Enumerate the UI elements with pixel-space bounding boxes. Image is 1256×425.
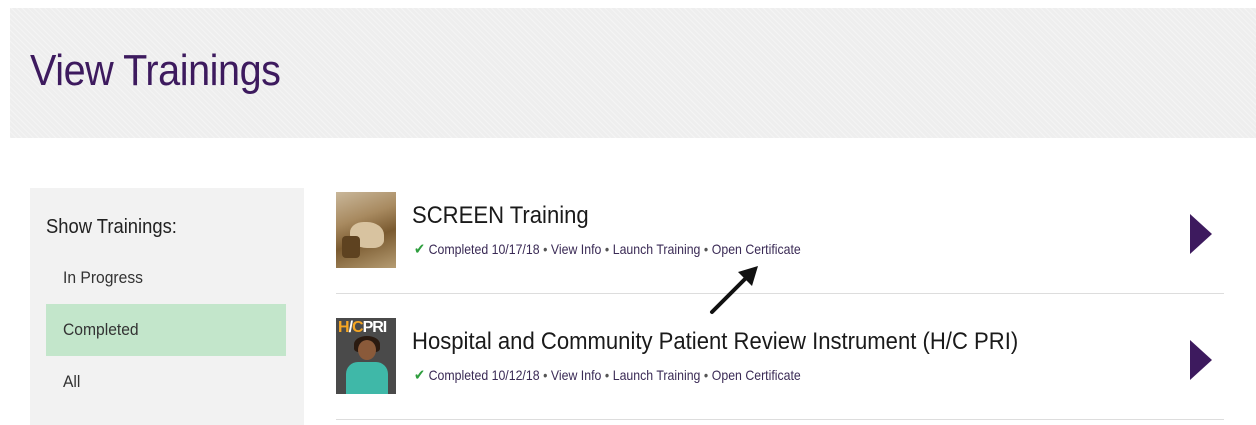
separator: • (543, 241, 548, 257)
view-info-link[interactable]: View Info (551, 367, 601, 383)
launch-training-link[interactable]: Launch Training (613, 241, 701, 257)
filter-label: In Progress (63, 268, 143, 287)
training-filter-sidebar: Show Trainings: In Progress Completed Al… (30, 188, 304, 425)
view-info-link[interactable]: View Info (551, 241, 601, 257)
person-head (358, 340, 376, 360)
launch-training-link[interactable]: Launch Training (613, 367, 701, 383)
completion-status: Completed 10/17/18 (428, 241, 540, 257)
sidebar-heading: Show Trainings: (46, 216, 177, 238)
training-meta: ✔ Completed 10/12/18 • View Info • Launch Tra… (414, 366, 801, 384)
hcpri-logo-text: H/CPRI (338, 319, 387, 336)
chevron-right-icon[interactable] (1190, 214, 1212, 254)
separator: • (604, 241, 610, 257)
training-row-hcpri: H/CPRI Hospital and Community Patient Re… (336, 294, 1224, 420)
training-title: Hospital and Community Patient Review In… (412, 328, 1019, 355)
chevron-right-icon[interactable] (1190, 340, 1212, 380)
training-title: SCREEN Training (412, 202, 589, 229)
filter-label: All (63, 372, 81, 391)
training-thumbnail: H/CPRI (336, 318, 396, 394)
separator: • (703, 241, 709, 257)
page-title: View Trainings (30, 46, 281, 95)
training-row-screen: SCREEN Training ✔ Completed 10/17/18 • View… (336, 168, 1224, 294)
separator: • (543, 367, 548, 383)
separator: • (703, 367, 709, 383)
open-certificate-link[interactable]: Open Certificate (712, 241, 801, 257)
filter-label: Completed (63, 320, 139, 339)
separator: • (604, 367, 610, 383)
person-body (346, 362, 388, 394)
filter-in-progress[interactable]: In Progress (46, 252, 286, 304)
check-icon: ✔ (414, 241, 426, 258)
completion-status: Completed 10/12/18 (428, 367, 540, 383)
training-meta: ✔ Completed 10/17/18 • View Info • Launch Tra… (414, 240, 801, 258)
check-icon: ✔ (414, 367, 426, 384)
training-thumbnail (336, 192, 396, 268)
annotation-arrow-icon (710, 266, 758, 314)
filter-all[interactable]: All (46, 356, 286, 408)
open-certificate-link[interactable]: Open Certificate (712, 367, 801, 383)
filter-completed[interactable]: Completed (46, 304, 286, 356)
page-header: View Trainings (10, 8, 1256, 138)
